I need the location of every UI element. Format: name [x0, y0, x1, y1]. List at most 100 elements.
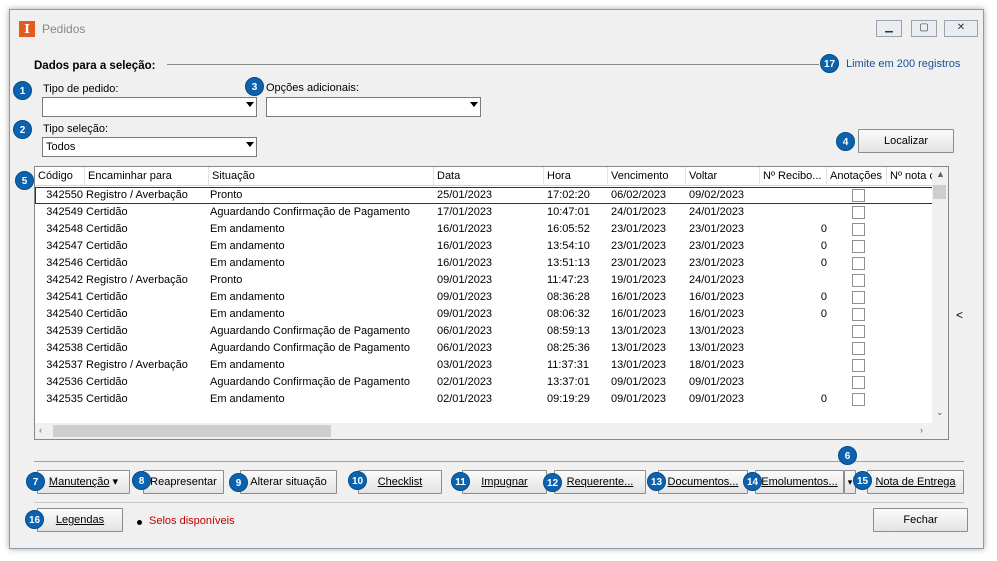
table-row[interactable]: 342550 Registro / Averbação Pronto 25/01/20… — [35, 187, 935, 204]
table-cell: Aguardando Confirmação de Pagamento — [210, 376, 410, 388]
table-cell: 23/01/2023 — [689, 240, 745, 252]
table-row[interactable]: 342537 Registro / Averbação Em andamento 03… — [35, 357, 935, 374]
vertical-scrollbar[interactable]: ▲ ⌄ — [932, 167, 948, 439]
column-header[interactable]: Situação — [209, 167, 434, 186]
reapresentar-button[interactable]: Reapresentar — [143, 470, 224, 494]
table-cell: Certidão — [86, 342, 128, 354]
table-cell: 0 — [820, 291, 827, 303]
vertical-scroll-thumb[interactable] — [933, 185, 946, 199]
table-cell: 13/01/2023 — [611, 325, 667, 337]
limit-link[interactable]: Limite em 200 registros — [846, 58, 960, 70]
scroll-down-icon[interactable]: ⌄ — [936, 407, 944, 418]
tipo-selecao-label: Tipo seleção: — [43, 123, 109, 135]
impugnar-button[interactable]: Impugnar — [462, 470, 547, 494]
badge-5: 5 — [15, 171, 34, 190]
anotacoes-checkbox[interactable] — [852, 257, 865, 270]
column-header[interactable]: Data — [434, 167, 544, 186]
anotacoes-checkbox[interactable] — [852, 376, 865, 389]
badge-10: 10 — [348, 471, 367, 490]
column-header[interactable]: Voltar — [686, 167, 760, 186]
column-header[interactable]: Vencimento — [608, 167, 686, 186]
table-row[interactable]: 342539 Certidão Aguardando Confirmação de … — [35, 323, 935, 340]
maximize-button[interactable]: ▢ — [911, 20, 937, 37]
column-header[interactable]: Nº Recibo... — [760, 167, 827, 186]
scroll-right-icon[interactable]: › — [920, 425, 923, 435]
section-title: Dados para a seleção: — [34, 60, 156, 72]
column-header[interactable]: Anotações — [827, 167, 887, 186]
close-window-button[interactable]: ✕ — [944, 20, 978, 37]
anotacoes-checkbox[interactable] — [852, 342, 865, 355]
anotacoes-checkbox[interactable] — [852, 240, 865, 253]
tipo-pedido-select[interactable] — [42, 97, 257, 117]
table-cell: 0 — [820, 308, 827, 320]
table-cell: Aguardando Confirmação de Pagamento — [210, 342, 410, 354]
table-cell: 342546 — [46, 257, 83, 269]
nota-entrega-button[interactable]: Nota de Entrega — [867, 470, 964, 494]
minimize-button[interactable]: ▁ — [876, 20, 902, 37]
table-cell: 23/01/2023 — [689, 223, 745, 235]
scroll-left-icon[interactable]: ‹ — [39, 425, 42, 435]
table-cell: Em andamento — [210, 240, 285, 252]
fechar-button[interactable]: Fechar — [873, 508, 968, 532]
table-cell: 08:25:36 — [547, 342, 590, 354]
table-cell: 10:47:01 — [547, 206, 590, 218]
table-cell: 0 — [820, 257, 827, 269]
table-row[interactable]: 342549 Certidão Aguardando Confirmação de … — [35, 204, 935, 221]
manutencao-button[interactable]: Manutenção ▾ — [37, 470, 130, 494]
anotacoes-checkbox[interactable] — [852, 206, 865, 219]
column-header[interactable]: Código — [35, 167, 85, 186]
anotacoes-checkbox[interactable] — [852, 308, 865, 321]
tipo-selecao-select[interactable]: Todos — [42, 137, 257, 157]
anotacoes-checkbox[interactable] — [852, 359, 865, 372]
table-row[interactable]: 342540 Certidão Em andamento 09/01/2023 08:0… — [35, 306, 935, 323]
pedidos-grid[interactable]: Código Encaminhar para Situação Data Hora Ven… — [34, 166, 949, 440]
app-i-icon: I — [19, 21, 35, 37]
table-row[interactable]: 342538 Certidão Aguardando Confirmação de … — [35, 340, 935, 357]
pedidos-window: I Pedidos ▁ ▢ ✕ Dados para a seleção: 17… — [9, 9, 984, 549]
horizontal-scroll-thumb[interactable] — [53, 425, 331, 437]
chevron-down-icon — [246, 142, 254, 147]
anotacoes-checkbox[interactable] — [852, 291, 865, 304]
anotacoes-checkbox[interactable] — [852, 325, 865, 338]
alterar-situacao-button[interactable]: Alterar situação — [240, 470, 337, 494]
column-header[interactable]: Hora — [544, 167, 608, 186]
table-cell: 23/01/2023 — [611, 240, 667, 252]
collapse-panel-icon[interactable]: < — [956, 308, 963, 322]
table-row[interactable]: 342535 Certidão Em andamento 02/01/2023 09:1… — [35, 391, 935, 408]
table-cell: Em andamento — [210, 393, 285, 405]
table-cell: 16/01/2023 — [437, 257, 493, 269]
table-row[interactable]: 342548 Certidão Em andamento 16/01/2023 16:0… — [35, 221, 935, 238]
opcoes-adicionais-select[interactable] — [266, 97, 481, 117]
table-row[interactable]: 342547 Certidão Em andamento 16/01/2023 13:5… — [35, 238, 935, 255]
legendas-button[interactable]: Legendas — [37, 508, 123, 532]
anotacoes-checkbox[interactable] — [852, 393, 865, 406]
chevron-down-icon — [470, 102, 478, 107]
table-cell: Em andamento — [210, 359, 285, 371]
emolumentos-button[interactable]: Emolumentos... — [755, 470, 844, 494]
table-row[interactable]: 342536 Certidão Aguardando Confirmação de … — [35, 374, 935, 391]
table-row[interactable]: 342541 Certidão Em andamento 09/01/2023 08:3… — [35, 289, 935, 306]
table-cell: Certidão — [86, 206, 128, 218]
anotacoes-checkbox[interactable] — [852, 223, 865, 236]
table-cell: 16/01/2023 — [611, 291, 667, 303]
requerente-button[interactable]: Requerente... — [554, 470, 646, 494]
table-cell: 09/01/2023 — [437, 291, 493, 303]
table-cell: Registro / Averbação — [86, 274, 188, 286]
table-cell — [761, 340, 827, 357]
table-cell: 0 — [820, 393, 827, 405]
table-cell: Pronto — [210, 189, 243, 201]
tipo-pedido-label: Tipo de pedido: — [43, 83, 119, 95]
table-row[interactable]: 342546 Certidão Em andamento 16/01/2023 13:5… — [35, 255, 935, 272]
localizar-button[interactable]: Localizar — [858, 129, 954, 153]
documentos-button[interactable]: Documentos... — [658, 470, 748, 494]
table-cell: 13/01/2023 — [689, 342, 745, 354]
anotacoes-checkbox[interactable] — [852, 274, 865, 287]
table-row[interactable]: 342542 Registro / Averbação Pronto 09/01/20… — [35, 272, 935, 289]
anotacoes-checkbox[interactable] — [852, 189, 865, 202]
window-title: Pedidos — [42, 22, 86, 36]
column-header[interactable]: Encaminhar para — [85, 167, 209, 186]
checklist-button[interactable]: Checklist — [358, 470, 442, 494]
horizontal-scrollbar[interactable]: ‹ › — [35, 423, 934, 439]
scroll-up-icon[interactable]: ▲ — [936, 169, 945, 179]
table-cell: 17/01/2023 — [437, 206, 493, 218]
